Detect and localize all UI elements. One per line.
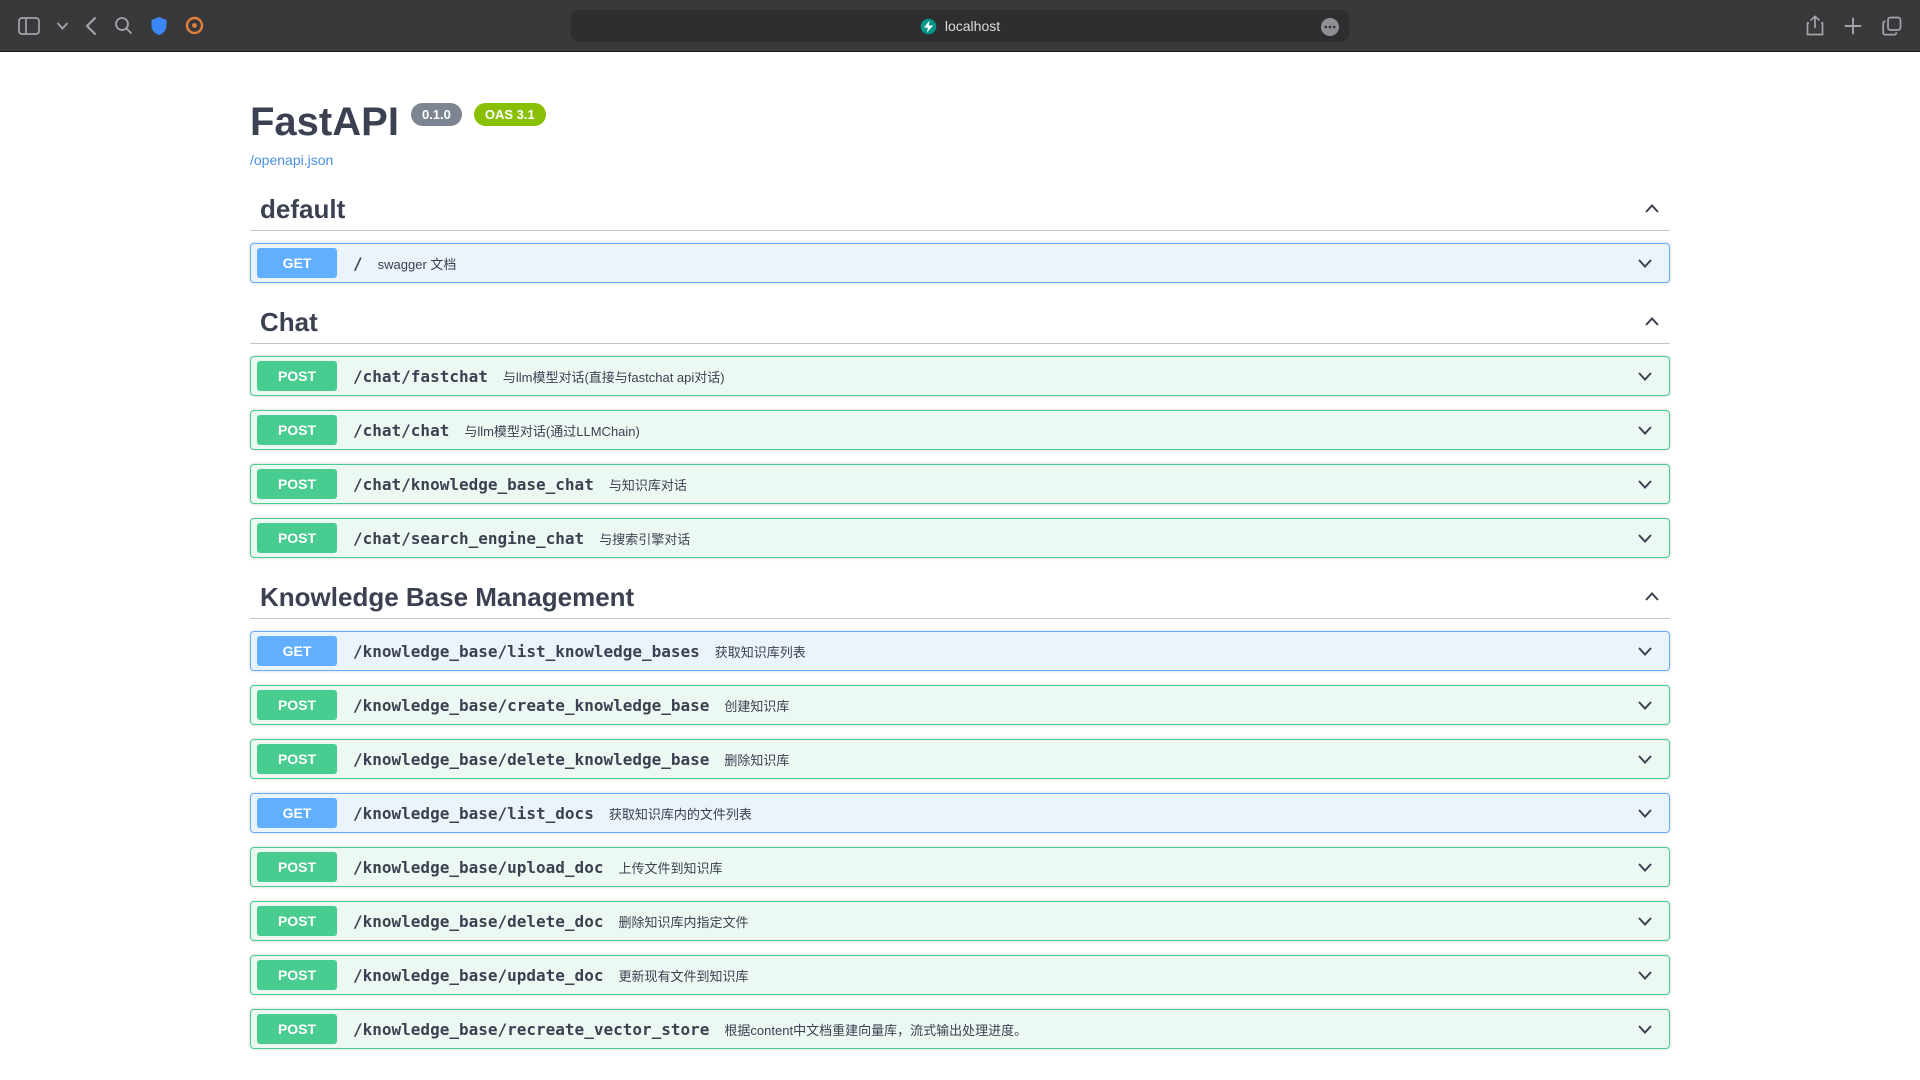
operation-post-knowledge_base-create_knowledge_base[interactable]: POST/knowledge_base/create_knowledge_bas… <box>250 685 1670 725</box>
operation-description: 根据content中文档重建向量库，流式输出处理进度。 <box>724 1020 1027 1039</box>
section-header[interactable]: Chat <box>250 301 1670 344</box>
tab-overview-icon[interactable] <box>1882 16 1902 36</box>
operation-post-knowledge_base-delete_doc[interactable]: POST/knowledge_base/delete_doc 删除知识库内指定文件 <box>250 901 1670 941</box>
operation-get-root[interactable]: GET / swagger 文档 <box>250 243 1670 283</box>
operation-path: /knowledge_base/delete_doc <box>353 912 603 931</box>
operation-description: 删除知识库内指定文件 <box>618 912 748 931</box>
operation-post-knowledge_base-update_doc[interactable]: POST/knowledge_base/update_doc 更新现有文件到知识库 <box>250 955 1670 995</box>
operation-description: 与搜索引擎对话 <box>599 529 690 548</box>
expand-arrow-icon[interactable] <box>1635 695 1655 715</box>
browser-toolbar: localhost <box>0 0 1920 52</box>
method-badge: POST <box>257 852 337 882</box>
operation-path: /chat/chat <box>353 421 449 440</box>
operation-path: / <box>353 254 363 273</box>
method-badge: GET <box>257 248 337 278</box>
operation-post-chat-search_engine_chat[interactable]: POST/chat/search_engine_chat 与搜索引擎对话 <box>250 518 1670 558</box>
oas-badge: OAS 3.1 <box>474 103 546 126</box>
api-info: FastAPI 0.1.0 OAS 3.1 /openapi.json <box>250 100 1670 170</box>
sidebar-toggle-icon[interactable] <box>18 17 40 35</box>
section-title: Chat <box>260 309 318 335</box>
operation-description: 获取知识库列表 <box>715 642 806 661</box>
operation-description: swagger 文档 <box>378 254 457 273</box>
url-text: localhost <box>945 18 1000 34</box>
address-bar[interactable]: localhost <box>570 9 1350 43</box>
expand-arrow-icon[interactable] <box>1635 749 1655 769</box>
operation-post-chat-knowledge_base_chat[interactable]: POST/chat/knowledge_base_chat 与知识库对话 <box>250 464 1670 504</box>
operation-path: /knowledge_base/list_knowledge_bases <box>353 642 700 661</box>
expand-arrow-icon[interactable] <box>1635 420 1655 440</box>
method-badge: GET <box>257 798 337 828</box>
search-icon[interactable] <box>114 16 133 35</box>
openapi-link[interactable]: /openapi.json <box>250 152 333 168</box>
expand-arrow-icon[interactable] <box>1635 857 1655 877</box>
operation-description: 与llm模型对话(通过LLMChain) <box>464 421 640 440</box>
operation-post-chat-chat[interactable]: POST/chat/chat 与llm模型对话(通过LLMChain) <box>250 410 1670 450</box>
operation-post-knowledge_base-delete_knowledge_base[interactable]: POST/knowledge_base/delete_knowledge_bas… <box>250 739 1670 779</box>
share-icon[interactable] <box>1806 15 1824 37</box>
method-badge: POST <box>257 361 337 391</box>
collapse-arrow-icon[interactable] <box>1642 312 1662 332</box>
section-title: default <box>260 196 345 222</box>
operation-description: 删除知识库 <box>724 750 789 769</box>
api-title-text: FastAPI <box>250 100 399 144</box>
operation-path: /knowledge_base/upload_doc <box>353 858 603 877</box>
back-icon[interactable] <box>85 16 97 36</box>
api-section-default: default GET / swagger 文档 <box>250 188 1670 283</box>
operation-description: 更新现有文件到知识库 <box>618 966 748 985</box>
method-badge: POST <box>257 690 337 720</box>
operation-get-knowledge_base-list_docs[interactable]: GET/knowledge_base/list_docs 获取知识库内的文件列表 <box>250 793 1670 833</box>
operation-path: /chat/knowledge_base_chat <box>353 475 594 494</box>
expand-arrow-icon[interactable] <box>1635 528 1655 548</box>
orange-extension-circle-icon[interactable] <box>185 16 204 35</box>
expand-arrow-icon[interactable] <box>1635 965 1655 985</box>
sections-container: default GET / swagger 文档 Chat POST/chat/fastc… <box>250 188 1670 1049</box>
version-badge: 0.1.0 <box>411 103 462 126</box>
method-badge: POST <box>257 744 337 774</box>
api-section-chat: Chat POST/chat/fastchat 与llm模型对话(直接与fastch… <box>250 301 1670 558</box>
site-favicon-lightning-icon <box>920 18 937 35</box>
operation-post-knowledge_base-upload_doc[interactable]: POST/knowledge_base/upload_doc 上传文件到知识库 <box>250 847 1670 887</box>
new-tab-icon[interactable] <box>1844 17 1862 35</box>
operation-path: /knowledge_base/update_doc <box>353 966 603 985</box>
section-title: Knowledge Base Management <box>260 584 634 610</box>
expand-arrow-icon[interactable] <box>1635 641 1655 661</box>
section-header[interactable]: default <box>250 188 1670 231</box>
expand-arrow-icon[interactable] <box>1635 911 1655 931</box>
operation-description: 与知识库对话 <box>609 475 687 494</box>
operation-post-knowledge_base-recreate_vector_store[interactable]: POST/knowledge_base/recreate_vector_stor… <box>250 1009 1670 1049</box>
collapse-arrow-icon[interactable] <box>1642 199 1662 219</box>
operation-path: /knowledge_base/create_knowledge_base <box>353 696 709 715</box>
operation-post-chat-fastchat[interactable]: POST/chat/fastchat 与llm模型对话(直接与fastchat a… <box>250 356 1670 396</box>
expand-arrow-icon[interactable] <box>1635 474 1655 494</box>
swagger-ui-page: FastAPI 0.1.0 OAS 3.1 /openapi.json defa… <box>0 52 1920 1080</box>
expand-arrow-icon[interactable] <box>1635 253 1655 273</box>
collapse-arrow-icon[interactable] <box>1642 587 1662 607</box>
method-badge: POST <box>257 523 337 553</box>
method-badge: GET <box>257 636 337 666</box>
sidebar-chevron-down-icon[interactable] <box>57 22 68 30</box>
expand-arrow-icon[interactable] <box>1635 366 1655 386</box>
method-badge: POST <box>257 415 337 445</box>
operation-get-knowledge_base-list_knowledge_bases[interactable]: GET/knowledge_base/list_knowledge_bases 获… <box>250 631 1670 671</box>
api-title: FastAPI 0.1.0 OAS 3.1 <box>250 100 1670 144</box>
method-badge: POST <box>257 1014 337 1044</box>
expand-arrow-icon[interactable] <box>1635 1019 1655 1039</box>
operation-path: /chat/search_engine_chat <box>353 529 584 548</box>
method-badge: POST <box>257 906 337 936</box>
method-badge: POST <box>257 469 337 499</box>
method-badge: POST <box>257 960 337 990</box>
operation-description: 与llm模型对话(直接与fastchat api对话) <box>503 367 725 386</box>
operation-description: 上传文件到知识库 <box>618 858 722 877</box>
operation-path: /knowledge_base/delete_knowledge_base <box>353 750 709 769</box>
operation-description: 创建知识库 <box>724 696 789 715</box>
operation-path: /knowledge_base/recreate_vector_store <box>353 1020 709 1039</box>
operation-description: 获取知识库内的文件列表 <box>609 804 752 823</box>
section-header[interactable]: Knowledge Base Management <box>250 576 1670 619</box>
blue-extension-shield-icon[interactable] <box>150 16 168 36</box>
operation-path: /knowledge_base/list_docs <box>353 804 594 823</box>
expand-arrow-icon[interactable] <box>1635 803 1655 823</box>
api-section-knowledge-base-management: Knowledge Base Management GET/knowledge_b… <box>250 576 1670 1049</box>
operation-path: /chat/fastchat <box>353 367 488 386</box>
more-options-icon[interactable] <box>1320 17 1340 37</box>
